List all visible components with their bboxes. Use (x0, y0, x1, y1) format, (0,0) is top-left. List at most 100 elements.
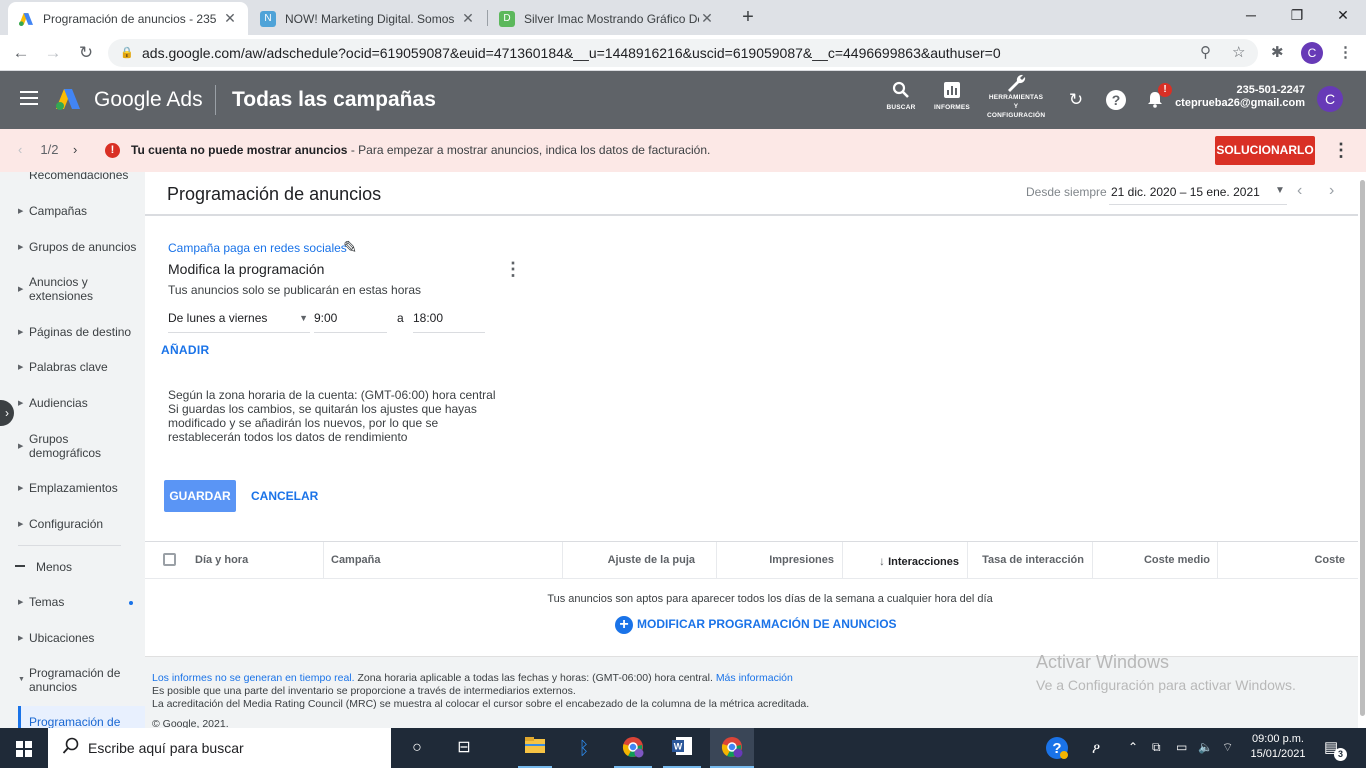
tools-button[interactable]: HERRAMIENTAS Y CONFIGURACIÓN (982, 73, 1050, 120)
expand-arrow-icon: ▶ (18, 599, 24, 606)
sidebar-subitem-active[interactable]: Programación de (18, 706, 145, 728)
show-hidden-icons[interactable]: ⌃ (1128, 740, 1138, 754)
dropdown-arrow-icon[interactable]: ▼ (1275, 185, 1285, 196)
footer-line-1: Los informes no se generan en tiempo rea… (152, 672, 793, 684)
browser-tab[interactable]: N NOW! Marketing Digital. Somos ✕ (250, 2, 486, 35)
fix-button[interactable]: SOLUCIONARLO (1215, 136, 1315, 165)
file-explorer-icon[interactable] (523, 736, 547, 760)
sidebar-item-programacion[interactable]: Programación de anuncios (29, 666, 125, 694)
expand-arrow-icon: ▶ (18, 485, 24, 492)
sidebar-item-grupos-anuncios[interactable]: Grupos de anuncios (29, 240, 141, 254)
sidebar-item-anuncios-extensiones[interactable]: Anuncios y extensiones (29, 275, 141, 303)
account-info[interactable]: 235-501-2247 cteprueba26@gmail.com (1175, 84, 1305, 110)
expand-arrow-icon: ▶ (18, 244, 24, 251)
sidebar-item-audiencias[interactable]: Audiencias (29, 396, 141, 410)
start-time-field[interactable]: 9:00 (314, 311, 387, 333)
task-view-icon[interactable]: ⊟ (452, 736, 476, 760)
reload-button[interactable]: ↻ (73, 40, 99, 66)
scrollbar-thumb[interactable] (1360, 180, 1365, 716)
forward-button[interactable]: → (40, 40, 66, 66)
alert-message: Tu cuenta no puede mostrar anuncios - Pa… (131, 143, 710, 157)
close-tab-icon[interactable]: ✕ (460, 10, 476, 27)
search-button[interactable]: BUSCAR (884, 81, 918, 112)
taskbar-search[interactable]: Escribe aquí para buscar (48, 728, 391, 768)
account-avatar[interactable]: C (1317, 86, 1343, 112)
word-icon[interactable]: W (670, 736, 694, 760)
reports-button[interactable]: INFORMES (930, 81, 974, 112)
minimize-button[interactable]: ─ (1228, 0, 1274, 30)
column-campana[interactable]: Campaña (331, 554, 381, 566)
address-bar[interactable]: 🔒 ads.google.com/aw/adschedule?ocid=6190… (108, 39, 1258, 67)
help-tray-icon[interactable]: ? (1045, 736, 1069, 760)
column-dia-hora[interactable]: Día y hora (195, 554, 248, 566)
sidebar-item-emplazamientos[interactable]: Emplazamientos (29, 481, 141, 495)
start-button[interactable] (0, 728, 48, 768)
close-tab-icon[interactable]: ✕ (222, 10, 238, 27)
network-status-icon[interactable]: ⧉ (1152, 740, 1161, 755)
prev-period-icon[interactable]: ‹ (1297, 182, 1302, 200)
expand-arrow-icon: ▶ (18, 400, 24, 407)
column-coste[interactable]: Coste (1225, 554, 1345, 566)
alert-more-icon[interactable]: ⋮ (1332, 140, 1350, 161)
realtime-reports-link[interactable]: Los informes no se generan en tiempo rea… (152, 672, 355, 684)
bluetooth-icon[interactable]: ᛒ (572, 736, 596, 760)
zoom-icon[interactable]: ⚲ (1200, 43, 1211, 61)
battery-icon[interactable]: ▭ (1176, 740, 1187, 754)
sidebar-item-palabras-clave[interactable]: Palabras clave (29, 360, 141, 374)
save-button[interactable]: GUARDAR (164, 480, 236, 512)
campaign-link[interactable]: Campaña paga en redes sociales (168, 241, 347, 255)
days-select[interactable]: De lunes a viernes ▼ (168, 311, 310, 333)
days-value: De lunes a viernes (168, 311, 268, 325)
browser-tab-active[interactable]: Programación de anuncios - 235 ✕ (8, 2, 248, 35)
cancel-button[interactable]: CANCELAR (251, 489, 318, 503)
star-icon[interactable]: ☆ (1232, 43, 1245, 61)
sidebar-divider (18, 545, 121, 546)
sidebar-item-temas[interactable]: Temas (29, 595, 141, 609)
timezone-footer-text: Zona horaria aplicable a todas las fecha… (354, 672, 716, 684)
close-tab-icon[interactable]: ✕ (699, 10, 715, 27)
sidebar-item-ubicaciones[interactable]: Ubicaciones (29, 631, 141, 645)
edit-pencil-icon[interactable]: ✎ (343, 238, 357, 258)
add-button[interactable]: AÑADIR (161, 343, 209, 357)
more-options-icon[interactable]: ⋮ (504, 260, 522, 278)
refresh-icon[interactable]: ↻ (1066, 90, 1086, 110)
column-ajuste-puja[interactable]: Ajuste de la puja (565, 554, 695, 566)
sidebar-item-recomendaciones[interactable]: Recomendaciones (29, 172, 141, 182)
close-window-button[interactable]: ✕ (1320, 0, 1366, 30)
sidebar-item-configuracion[interactable]: Configuración (29, 517, 141, 531)
column-interacciones[interactable]: ↓ Interacciones (845, 554, 959, 568)
sidebar-item-grupos-demograficos[interactable]: Grupos demográficos (29, 432, 109, 460)
select-all-checkbox[interactable] (163, 553, 176, 566)
profile-avatar[interactable]: C (1301, 42, 1323, 64)
people-icon[interactable]: ዖ (1092, 740, 1100, 757)
extensions-icon[interactable]: ✱ (1271, 43, 1284, 61)
browser-tab[interactable]: D Silver Imac Mostrando Gráfico De ✕ (489, 2, 725, 35)
help-icon[interactable]: ? (1106, 90, 1126, 110)
prev-alert-icon[interactable]: ‹ (18, 142, 22, 157)
column-impresiones[interactable]: Impresiones (720, 554, 834, 566)
menu-icon[interactable] (20, 91, 38, 105)
sidebar-less-toggle[interactable]: Menos (36, 560, 145, 574)
next-alert-icon[interactable]: › (73, 142, 77, 157)
more-info-link[interactable]: Más información (716, 672, 793, 684)
restore-button[interactable]: ❐ (1274, 0, 1320, 30)
next-period-icon[interactable]: › (1329, 182, 1334, 200)
cortana-icon[interactable]: ○ (405, 736, 429, 760)
new-tab-button[interactable]: + (737, 6, 759, 28)
sidebar-item-campanas[interactable]: Campañas (29, 204, 141, 218)
column-coste-medio[interactable]: Coste medio (1095, 554, 1210, 566)
sidebar-item-paginas-destino[interactable]: Páginas de destino (29, 325, 141, 339)
expand-arrow-icon: ▶ (18, 635, 24, 642)
modify-schedule-link[interactable]: + MODIFICAR PROGRAMACIÓN DE ANUNCIOS (615, 616, 897, 634)
back-button[interactable]: ← (8, 40, 34, 66)
end-time-field[interactable]: 18:00 (413, 311, 485, 333)
wifi-icon[interactable]: ⌔ (1222, 740, 1233, 755)
taskbar-clock[interactable]: 09:00 p.m. 15/01/2021 (1243, 732, 1313, 762)
column-tasa-interaccion[interactable]: Tasa de interacción (970, 554, 1084, 566)
chrome-profile-icon[interactable] (720, 736, 744, 760)
volume-icon[interactable]: 🔈 (1198, 740, 1213, 754)
date-range-picker[interactable]: 21 dic. 2020 – 15 ene. 2021 (1111, 185, 1260, 199)
add-circle-icon: + (615, 616, 633, 634)
browser-menu-icon[interactable]: ⋮ (1338, 43, 1353, 61)
chrome-icon[interactable] (621, 736, 645, 760)
